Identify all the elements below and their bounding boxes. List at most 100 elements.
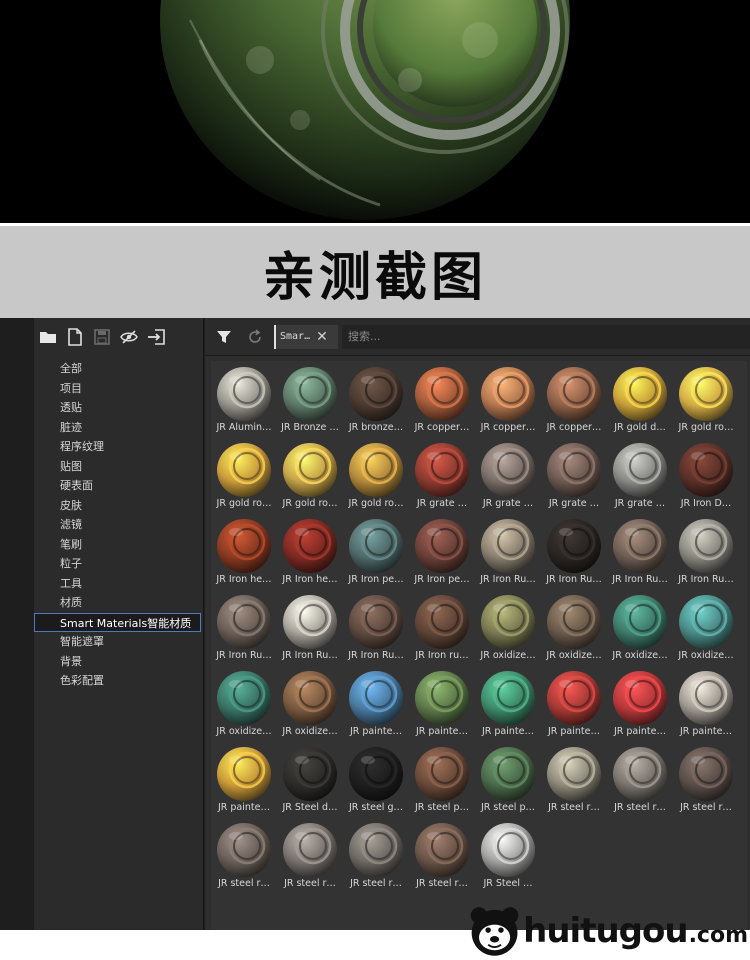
category-item[interactable]: 硬表面 [34, 476, 203, 496]
material-tile[interactable]: JR Iron ru… [409, 589, 475, 665]
material-label: JR Iron Ru… [678, 574, 734, 585]
material-tile[interactable]: JR painte… [475, 665, 541, 741]
material-tile[interactable]: JR bronze… [343, 361, 409, 437]
material-label: JR steel r… [218, 878, 270, 889]
category-item[interactable]: 笔刷 [34, 535, 203, 555]
material-tile[interactable]: JR oxidize… [607, 589, 673, 665]
material-tile[interactable]: JR steel r… [343, 817, 409, 893]
material-tile[interactable]: JR steel r… [211, 817, 277, 893]
material-tile[interactable]: JR Bronze … [277, 361, 343, 437]
material-tile[interactable]: JR Alumin… [211, 361, 277, 437]
category-item[interactable]: 色彩配置 [34, 671, 203, 691]
material-tile[interactable]: JR steel g… [343, 741, 409, 817]
category-item[interactable]: 贴图 [34, 457, 203, 477]
material-sphere-thumbnail [613, 747, 667, 801]
material-tile[interactable]: JR steel r… [541, 741, 607, 817]
material-tile[interactable]: JR Iron pe… [409, 513, 475, 589]
material-sphere-thumbnail [217, 519, 271, 573]
new-file-icon[interactable] [65, 327, 85, 347]
material-label: JR Iron Ru… [282, 650, 338, 661]
material-tile[interactable]: JR oxidize… [211, 665, 277, 741]
search-input[interactable] [342, 324, 750, 349]
shelf-panel: 全部 项目 透贴 脏迹 程序纹理 贴图 硬表面 皮肤 滤镜 笔刷 粒子 工具 材质 Smart Mater… [0, 318, 750, 930]
material-label: JR painte… [481, 726, 534, 737]
category-item[interactable]: 透贴 [34, 398, 203, 418]
material-tile[interactable]: JR grate … [541, 437, 607, 513]
category-item[interactable]: 皮肤 [34, 496, 203, 516]
active-filter-chip[interactable]: Smar… ✕ [274, 324, 338, 349]
material-grid-area: JR Alumin… JR Bronze … JR bronze… JR copper… [211, 361, 747, 930]
material-tile[interactable]: JR painte… [343, 665, 409, 741]
material-tile[interactable]: JR gold d… [607, 361, 673, 437]
material-tile[interactable]: JR gold ro… [673, 361, 739, 437]
material-tile[interactable]: JR Iron Ru… [673, 513, 739, 589]
material-tile[interactable]: JR painte… [409, 665, 475, 741]
material-tile[interactable]: JR Iron Ru… [211, 589, 277, 665]
material-tile[interactable]: JR oxidize… [541, 589, 607, 665]
folder-icon[interactable] [38, 327, 58, 347]
material-sphere-thumbnail [349, 519, 403, 573]
material-sphere-thumbnail [349, 443, 403, 497]
category-item[interactable]: 材质 [34, 593, 203, 613]
material-tile[interactable]: JR painte… [541, 665, 607, 741]
category-item[interactable]: 滤镜 [34, 515, 203, 535]
category-item[interactable]: 智能遮罩 [34, 632, 203, 652]
category-item[interactable]: 脏迹 [34, 418, 203, 438]
material-tile[interactable]: JR grate … [607, 437, 673, 513]
save-icon[interactable] [92, 327, 112, 347]
material-label: JR bronze… [348, 422, 404, 433]
material-tile[interactable]: JR steel p… [409, 741, 475, 817]
material-tile[interactable]: JR grate … [409, 437, 475, 513]
material-tile[interactable]: JR oxidize… [475, 589, 541, 665]
material-sphere-thumbnail [217, 671, 271, 725]
hide-icon[interactable] [119, 327, 139, 347]
material-tile[interactable]: JR Iron he… [277, 513, 343, 589]
material-sphere-thumbnail [217, 443, 271, 497]
material-tile[interactable]: JR gold ro… [343, 437, 409, 513]
material-tile[interactable]: JR steel r… [607, 741, 673, 817]
material-label: JR painte… [349, 726, 402, 737]
watermark-logo: huitugou .com [468, 902, 748, 960]
material-tile[interactable]: JR Iron Ru… [343, 589, 409, 665]
category-item[interactable]: 背景 [34, 652, 203, 672]
material-tile[interactable]: JR steel r… [277, 817, 343, 893]
material-tile[interactable]: JR Iron Ru… [607, 513, 673, 589]
material-tile[interactable]: JR gold ro… [211, 437, 277, 513]
material-tile[interactable]: JR Iron pe… [343, 513, 409, 589]
category-item[interactable]: 工具 [34, 574, 203, 594]
material-sphere-thumbnail [613, 671, 667, 725]
material-tile[interactable]: JR copper… [541, 361, 607, 437]
material-tile[interactable]: JR painte… [673, 665, 739, 741]
material-label: JR steel p… [481, 802, 535, 813]
filter-icon[interactable] [213, 326, 235, 348]
material-tile[interactable]: JR Iron Ru… [541, 513, 607, 589]
material-tile[interactable]: JR oxidize… [277, 665, 343, 741]
content-toolbar: Smar… ✕ [205, 318, 750, 356]
material-tile[interactable]: JR painte… [211, 741, 277, 817]
category-item-selected[interactable]: Smart Materials智能材质 [34, 612, 201, 632]
material-tile[interactable]: JR Steel d… [277, 741, 343, 817]
material-label: JR steel r… [548, 802, 600, 813]
material-tile[interactable]: JR gold ro… [277, 437, 343, 513]
material-tile[interactable]: JR Iron D… [673, 437, 739, 513]
material-tile[interactable]: JR painte… [607, 665, 673, 741]
category-item[interactable]: 项目 [34, 379, 203, 399]
material-tile[interactable]: JR copper… [475, 361, 541, 437]
material-tile[interactable]: JR oxidize… [673, 589, 739, 665]
material-tile[interactable]: JR grate … [475, 437, 541, 513]
material-tile[interactable]: JR Iron he… [211, 513, 277, 589]
material-tile[interactable]: JR copper… [409, 361, 475, 437]
material-tile[interactable]: JR Iron Ru… [475, 513, 541, 589]
refresh-icon[interactable] [244, 326, 266, 348]
material-tile[interactable]: JR steel r… [673, 741, 739, 817]
category-item[interactable]: 程序纹理 [34, 437, 203, 457]
material-tile[interactable]: JR steel p… [475, 741, 541, 817]
material-sphere-thumbnail [283, 519, 337, 573]
material-tile[interactable]: JR Steel … [475, 817, 541, 893]
import-icon[interactable] [146, 327, 166, 347]
material-tile[interactable]: JR Iron Ru… [277, 589, 343, 665]
category-item[interactable]: 粒子 [34, 554, 203, 574]
material-tile[interactable]: JR steel r… [409, 817, 475, 893]
close-icon[interactable]: ✕ [316, 330, 328, 344]
category-item[interactable]: 全部 [34, 359, 203, 379]
